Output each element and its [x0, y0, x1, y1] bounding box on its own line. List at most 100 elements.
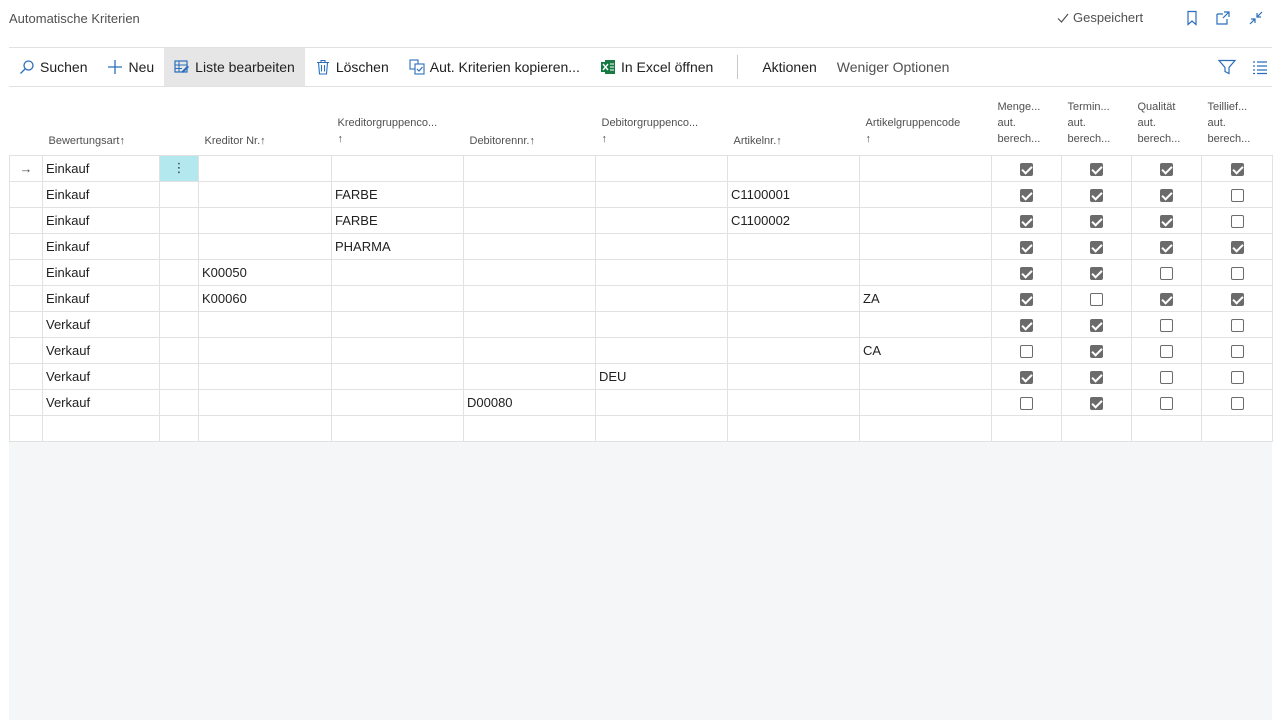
qualitaet-checkbox[interactable]: [1160, 188, 1173, 202]
empty-cell[interactable]: [331, 414, 464, 442]
empty-cell[interactable]: [198, 414, 332, 442]
bewertungsart-cell[interactable]: Einkauf: [42, 206, 160, 234]
debitorennr-cell[interactable]: [463, 284, 596, 312]
row-menu-cell[interactable]: [159, 362, 199, 390]
menge-checkbox[interactable]: [1020, 266, 1033, 280]
qualitaet-checkbox[interactable]: [1160, 370, 1173, 384]
edit-list-button[interactable]: Liste bearbeiten: [164, 48, 305, 86]
teillief-checkbox[interactable]: [1230, 344, 1244, 358]
column-header-qualitaet-aut-berech[interactable]: Qualität aut. berech...: [1131, 87, 1202, 155]
bewertungsart-cell[interactable]: Einkauf: [42, 180, 160, 208]
debitorennr-cell[interactable]: [463, 336, 596, 364]
empty-cell[interactable]: [991, 414, 1062, 442]
bewertungsart-cell[interactable]: Einkauf: [42, 232, 160, 260]
search-button[interactable]: Suchen: [9, 48, 97, 86]
termin-checkbox[interactable]: [1090, 370, 1103, 384]
teillief-checkbox[interactable]: [1230, 240, 1244, 254]
table-row[interactable]: Verkauf CA: [9, 336, 1273, 364]
row-selector[interactable]: [9, 206, 43, 234]
row-menu-cell[interactable]: [159, 284, 199, 312]
fewer-options-button[interactable]: Weniger Optionen: [827, 48, 960, 86]
menge-checkbox[interactable]: [1020, 396, 1033, 410]
artikelgruppencode-cell[interactable]: [859, 362, 992, 390]
empty-cell[interactable]: [9, 414, 43, 442]
teillief-checkbox[interactable]: [1230, 292, 1244, 306]
bewertungsart-cell[interactable]: Einkauf: [42, 154, 160, 182]
teillief-checkbox[interactable]: [1230, 162, 1244, 176]
artikelnr-cell[interactable]: C1100002: [727, 206, 860, 234]
kreditorgruppencode-cell[interactable]: [331, 284, 464, 312]
kreditor-nr-cell[interactable]: K00060: [198, 284, 332, 312]
kreditorgruppencode-cell[interactable]: [331, 154, 464, 182]
termin-checkbox[interactable]: [1090, 240, 1103, 254]
debitorennr-cell[interactable]: [463, 232, 596, 260]
open-excel-button[interactable]: In Excel öffnen: [590, 48, 723, 86]
kreditorgruppencode-cell[interactable]: [331, 336, 464, 364]
row-selector-arrow-icon[interactable]: →: [9, 154, 43, 182]
open-new-window-icon[interactable]: [1215, 10, 1231, 26]
column-header-kreditor-nr[interactable]: Kreditor Nr.↑: [198, 87, 332, 155]
artikelnr-cell[interactable]: [727, 284, 860, 312]
artikelnr-cell[interactable]: [727, 232, 860, 260]
menge-checkbox[interactable]: [1020, 318, 1033, 332]
qualitaet-checkbox[interactable]: [1160, 318, 1173, 332]
artikelgruppencode-cell[interactable]: CA: [859, 336, 992, 364]
termin-checkbox[interactable]: [1090, 344, 1103, 358]
row-menu-cell[interactable]: [159, 206, 199, 234]
menge-checkbox[interactable]: [1020, 370, 1033, 384]
qualitaet-checkbox[interactable]: [1160, 396, 1173, 410]
row-selector[interactable]: [9, 180, 43, 208]
termin-checkbox[interactable]: [1090, 266, 1103, 280]
menge-checkbox[interactable]: [1020, 292, 1033, 306]
row-selector[interactable]: [9, 258, 43, 286]
column-header-debitorennr[interactable]: Debitorennr.↑: [463, 87, 596, 155]
row-menu-cell[interactable]: [159, 258, 199, 286]
kreditor-nr-cell[interactable]: [198, 336, 332, 364]
teillief-checkbox[interactable]: [1230, 266, 1244, 280]
row-menu-cell[interactable]: [159, 336, 199, 364]
artikelgruppencode-cell[interactable]: [859, 388, 992, 416]
list-view-icon[interactable]: [1252, 59, 1268, 75]
menge-checkbox[interactable]: [1020, 162, 1033, 176]
bewertungsart-cell[interactable]: Verkauf: [42, 310, 160, 338]
empty-cell[interactable]: [42, 414, 160, 442]
artikelnr-cell[interactable]: [727, 154, 860, 182]
kreditorgruppencode-cell[interactable]: FARBE: [331, 180, 464, 208]
artikelnr-cell[interactable]: [727, 388, 860, 416]
copy-criteria-button[interactable]: Aut. Kriterien kopieren...: [399, 48, 590, 86]
empty-cell[interactable]: [1201, 414, 1273, 442]
column-header-artikelgruppencode[interactable]: Artikelgruppencode ↑: [859, 87, 992, 155]
debitorennr-cell[interactable]: [463, 258, 596, 286]
table-row[interactable]: Verkauf: [9, 310, 1273, 338]
row-selector[interactable]: [9, 310, 43, 338]
debitorgruppencode-cell[interactable]: [595, 284, 728, 312]
actions-menu-button[interactable]: Aktionen: [752, 48, 826, 86]
collapse-icon[interactable]: [1248, 10, 1264, 26]
column-header-debitorgruppencode[interactable]: Debitorgruppenco... ↑: [595, 87, 728, 155]
debitorgruppencode-cell[interactable]: [595, 154, 728, 182]
termin-checkbox[interactable]: [1090, 162, 1103, 176]
qualitaet-checkbox[interactable]: [1160, 162, 1173, 176]
kreditorgruppencode-cell[interactable]: [331, 388, 464, 416]
row-menu-icon[interactable]: ⋮: [159, 154, 199, 182]
termin-checkbox[interactable]: [1090, 292, 1103, 306]
empty-cell[interactable]: [859, 414, 992, 442]
termin-checkbox[interactable]: [1090, 214, 1103, 228]
column-header-menge-aut-berech[interactable]: Menge... aut. berech...: [991, 87, 1062, 155]
debitorgruppencode-cell[interactable]: [595, 310, 728, 338]
column-header-teillief-aut-berech[interactable]: Teillief... aut. berech...: [1201, 87, 1273, 155]
artikelnr-cell[interactable]: [727, 310, 860, 338]
table-row[interactable]: Verkauf D00080: [9, 388, 1273, 416]
row-selector[interactable]: [9, 232, 43, 260]
empty-cell[interactable]: [595, 414, 728, 442]
menge-checkbox[interactable]: [1020, 240, 1033, 254]
row-menu-cell[interactable]: [159, 232, 199, 260]
menge-checkbox[interactable]: [1020, 344, 1033, 358]
debitorgruppencode-cell[interactable]: [595, 180, 728, 208]
row-selector[interactable]: [9, 284, 43, 312]
bewertungsart-cell[interactable]: Verkauf: [42, 362, 160, 390]
debitorgruppencode-cell[interactable]: [595, 258, 728, 286]
qualitaet-checkbox[interactable]: [1160, 344, 1173, 358]
debitorgruppencode-cell[interactable]: [595, 336, 728, 364]
table-row[interactable]: → Einkauf ⋮: [9, 154, 1273, 182]
